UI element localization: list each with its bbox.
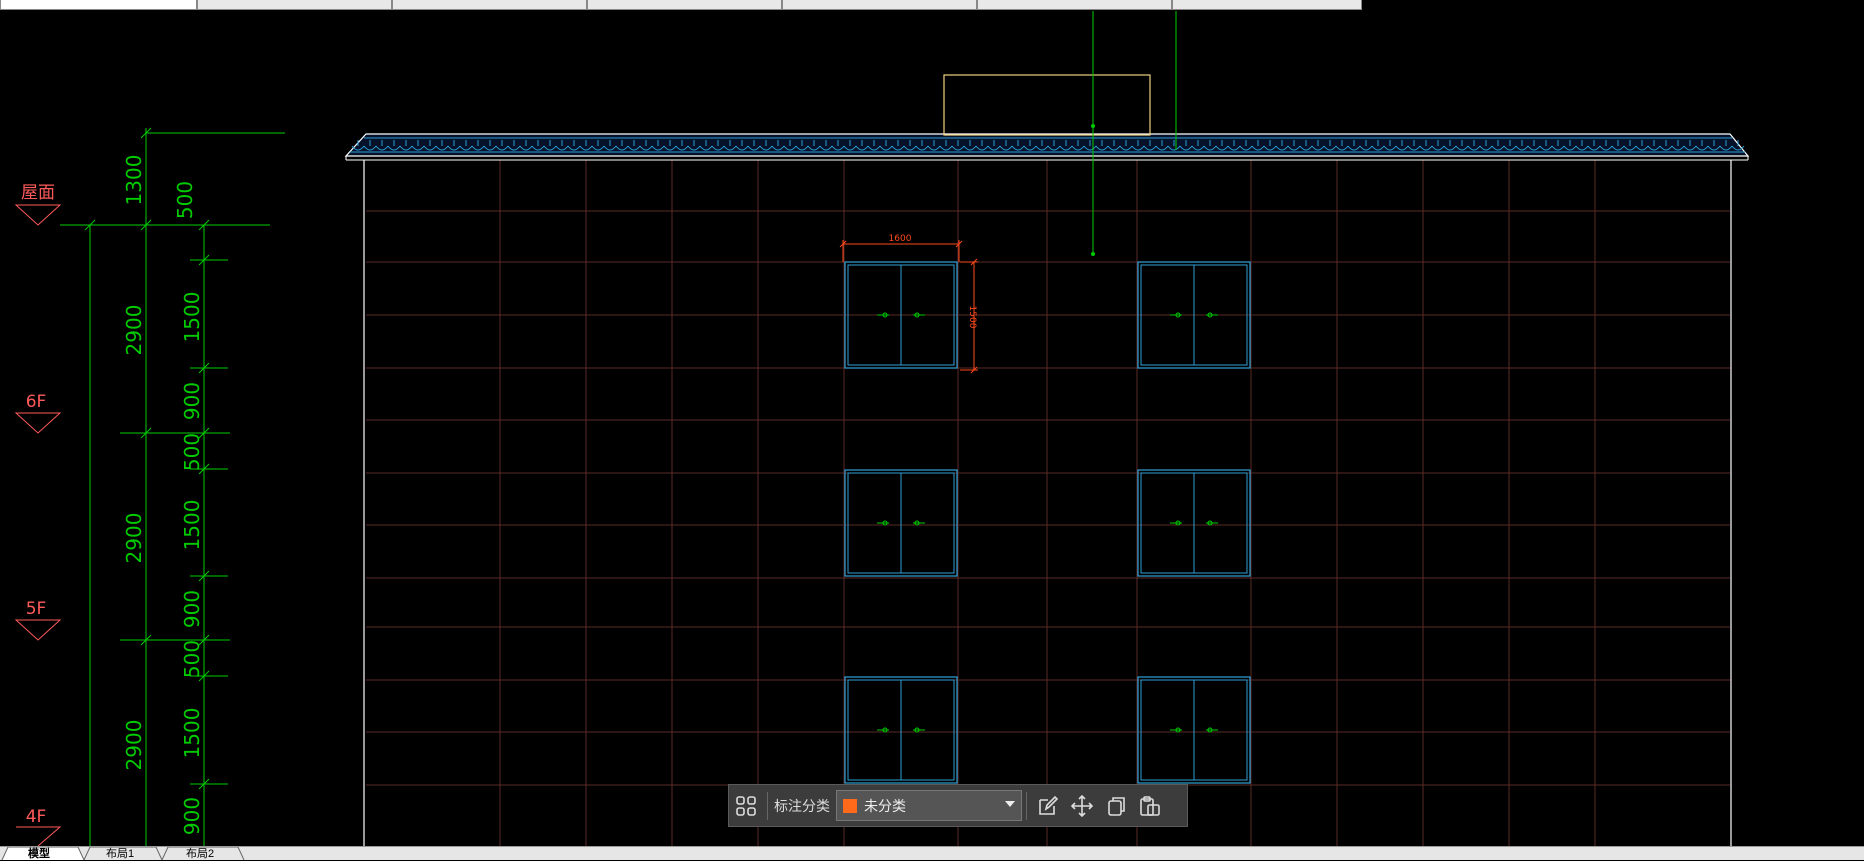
- dimension-text: 2900: [122, 305, 146, 356]
- paste-icon[interactable]: [1133, 789, 1167, 823]
- dimension-text: 2900: [122, 720, 146, 771]
- window-height-dimension-label: 1500: [967, 306, 977, 329]
- level-label: 4F: [26, 807, 47, 827]
- dimension-text: 1500: [180, 708, 204, 759]
- window: [844, 469, 958, 577]
- dimension-text: 2900: [122, 513, 146, 564]
- category-select[interactable]: 未分类: [836, 790, 1022, 821]
- dimension-text: 900: [180, 797, 204, 835]
- chevron-down-icon: [1005, 801, 1015, 807]
- category-select-value: 未分类: [864, 798, 906, 815]
- document-tab[interactable]: [0, 0, 197, 10]
- dimension-text: 900: [180, 382, 204, 420]
- window: [1137, 676, 1251, 784]
- level-label: 6F: [26, 392, 47, 412]
- dimension-lines: [60, 127, 285, 846]
- toolbar-separator: [1026, 791, 1027, 820]
- dimension-text: 1500: [180, 292, 204, 343]
- layout-tab-model[interactable]: 模型: [28, 847, 50, 860]
- axis-lines: [1091, 11, 1177, 256]
- level-markers: [14, 204, 62, 846]
- cad-drawing-canvas[interactable]: 1600 1500 1300 2900 2900 2900 500 1500 9…: [0, 11, 1864, 846]
- copy-icon[interactable]: [1099, 789, 1133, 823]
- window-width-dimension-label: 1600: [889, 234, 912, 244]
- annotation-toolbar: 标注分类 未分类: [728, 784, 1188, 827]
- document-tab[interactable]: [977, 0, 1172, 10]
- document-tab[interactable]: [1172, 0, 1362, 10]
- dimension-text: 1300: [122, 155, 146, 206]
- toolbar-separator: [767, 791, 768, 820]
- window: [1137, 469, 1251, 577]
- layout-tab-layout2[interactable]: 布局2: [186, 847, 214, 860]
- document-tab[interactable]: [587, 0, 782, 10]
- roof-eave: [344, 133, 1750, 161]
- document-tab[interactable]: [782, 0, 977, 10]
- category-label: 标注分类: [774, 798, 830, 815]
- roof-chimney: [943, 74, 1151, 136]
- category-color-swatch: [843, 798, 857, 813]
- edit-icon[interactable]: [1031, 789, 1065, 823]
- document-tab[interactable]: [197, 0, 392, 10]
- dimension-text: 500: [180, 640, 204, 678]
- dimension-text: 500: [173, 181, 197, 219]
- dimension-text: 500: [180, 433, 204, 471]
- level-label: 屋面: [21, 183, 55, 203]
- dimension-text: 900: [180, 590, 204, 628]
- layout-tab-bar: 模型 布局1 布局2: [0, 846, 1864, 860]
- layout-tab-layout1[interactable]: 布局1: [106, 847, 134, 860]
- document-tab-bar: [0, 0, 1362, 11]
- dimension-text: 1500: [180, 500, 204, 551]
- move-icon[interactable]: [1065, 789, 1099, 823]
- facade-grid: [366, 160, 1730, 846]
- grid-icon[interactable]: [729, 789, 763, 823]
- window: [844, 676, 958, 784]
- level-label: 5F: [26, 599, 47, 619]
- document-tab[interactable]: [392, 0, 587, 10]
